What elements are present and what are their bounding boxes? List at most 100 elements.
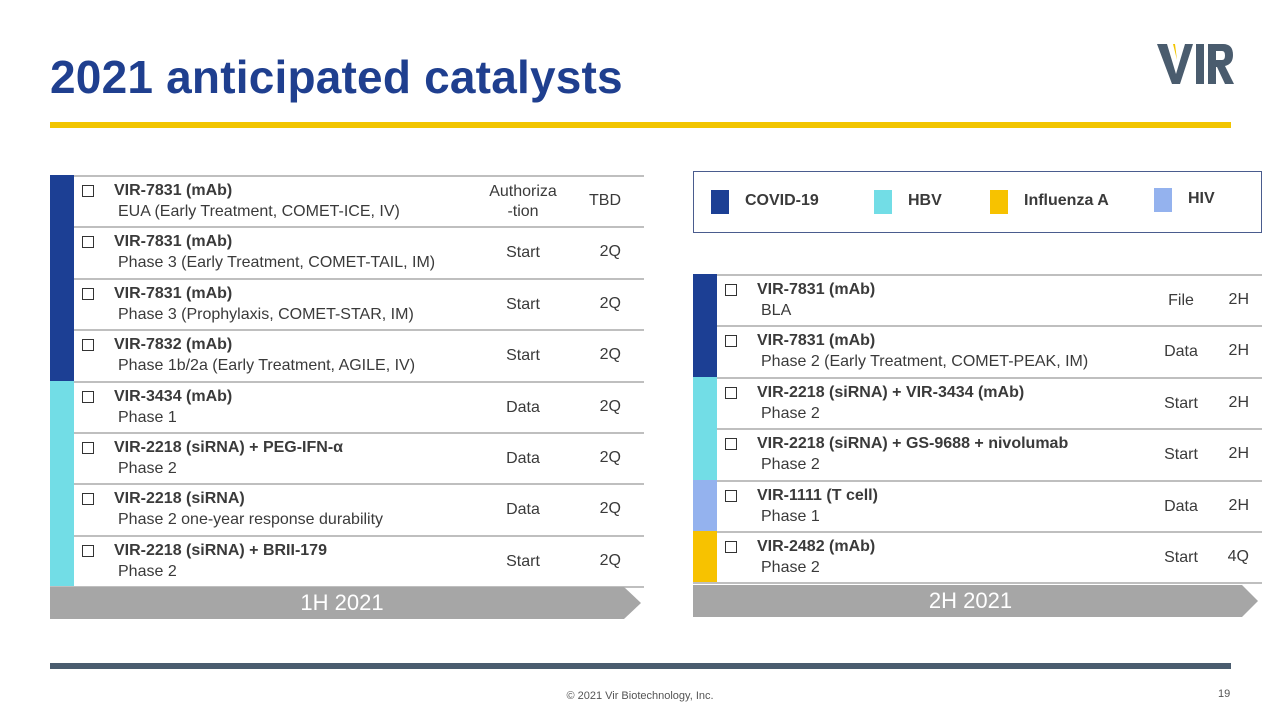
h1-catalyst-row: VIR-2218 (siRNA) + BRII-179 Phase 2 Start 2… xyxy=(50,534,644,587)
checkbox-icon xyxy=(82,287,94,300)
catalyst-detail: Phase 1b/2a (Early Treatment, AGILE, IV) xyxy=(118,357,416,375)
activity-text: Data xyxy=(506,450,540,467)
checkbox-icon xyxy=(82,493,94,506)
h1-catalyst-row: VIR-2218 (siRNA) Phase 2 one-year respons… xyxy=(50,483,644,535)
h1-catalyst-row: VIR-3434 (mAb) Phase 1 Data 2Q xyxy=(50,380,644,432)
catalyst-timing: 2Q xyxy=(599,243,621,261)
therapeutic-area-bar xyxy=(693,428,717,480)
therapeutic-area-bar xyxy=(50,483,74,535)
activity-text: Start xyxy=(1164,446,1198,464)
h1-catalyst-row: VIR-7831 (mAb) Phase 3 (Prophylaxis, COME… xyxy=(50,277,644,330)
logo-letter-i xyxy=(1196,44,1204,84)
legend-label-flu: Influenza A xyxy=(1024,192,1109,209)
vir-logo xyxy=(1155,44,1234,84)
therapeutic-area-bar xyxy=(693,325,717,377)
catalyst-timing: 2H xyxy=(1228,342,1249,360)
activity-text: File xyxy=(1168,292,1194,309)
catalyst-name: VIR-3434 (mAb) xyxy=(114,387,233,405)
legend-label-hiv: HIV xyxy=(1188,190,1215,207)
therapeutic-area-bar xyxy=(50,175,74,227)
therapeutic-area-bar xyxy=(50,380,74,432)
checkbox-icon xyxy=(82,339,94,352)
catalyst-activity: File xyxy=(1143,291,1219,311)
h1-catalyst-row: VIR-7831 (mAb) EUA (Early Treatment, COME… xyxy=(50,175,644,227)
catalyst-name: VIR-1111 (T cell) xyxy=(757,486,878,504)
catalyst-name: VIR-7831 (mAb) xyxy=(114,233,233,251)
catalyst-activity: Data xyxy=(476,398,570,418)
catalyst-activity: Data xyxy=(1143,497,1219,517)
catalyst-activity: Start xyxy=(476,346,570,366)
catalyst-detail: Phase 1 xyxy=(118,408,177,426)
legend-swatch-hbv xyxy=(874,190,892,214)
checkbox-icon xyxy=(82,442,94,454)
catalyst-timing: 2H xyxy=(1228,445,1249,463)
catalyst-detail: Phase 2 xyxy=(118,562,177,580)
therapeutic-area-legend: COVID-19 HBV Influenza A HIV xyxy=(693,171,1262,233)
checkbox-icon xyxy=(725,386,737,399)
therapeutic-area-bar xyxy=(50,534,74,587)
logo-letter-r xyxy=(1208,44,1234,84)
catalyst-timing: 2Q xyxy=(599,397,621,415)
page-title: 2021 anticipated catalysts xyxy=(50,51,623,103)
checkbox-icon xyxy=(725,438,737,451)
catalyst-name: VIR-2218 (siRNA) + PEG-IFN-α xyxy=(114,439,343,456)
h2-catalyst-row: VIR-7831 (mAb) BLA File 2H xyxy=(693,274,1262,326)
catalyst-activity: Authoriza -tion xyxy=(476,182,570,222)
footer-rule xyxy=(50,663,1231,669)
catalyst-timing: 2H xyxy=(1228,496,1249,514)
therapeutic-area-bar xyxy=(50,432,74,484)
catalyst-detail: Phase 2 one-year response durability xyxy=(118,511,384,529)
catalyst-timing: 2Q xyxy=(599,346,621,364)
catalyst-activity: Start xyxy=(476,243,570,263)
activity-line: -tion xyxy=(507,203,539,220)
catalyst-detail: Phase 2 xyxy=(761,456,820,474)
activity-text: Start xyxy=(1164,394,1198,412)
therapeutic-area-bar xyxy=(693,376,717,429)
catalyst-detail: Phase 2 xyxy=(761,559,820,576)
catalyst-detail: Phase 1 xyxy=(761,507,820,525)
catalyst-name: VIR-2482 (mAb) xyxy=(757,538,876,555)
legend-label-hbv: HBV xyxy=(908,192,942,209)
activity-text: Start xyxy=(506,244,540,262)
therapeutic-area-bar xyxy=(693,531,717,583)
activity-text: Start xyxy=(506,347,540,365)
therapeutic-area-bar xyxy=(50,329,74,381)
checkbox-icon xyxy=(725,489,737,502)
catalyst-activity: Start xyxy=(476,552,570,572)
catalyst-name: VIR-2218 (siRNA) + VIR-3434 (mAb) xyxy=(757,383,1025,401)
legend-swatch-hiv xyxy=(1154,188,1172,212)
checkbox-icon xyxy=(82,544,94,557)
catalyst-activity: Start xyxy=(1143,445,1219,465)
activity-text: Data xyxy=(506,501,540,519)
h1-catalyst-row: VIR-2218 (siRNA) + PEG-IFN-α Phase 2 Data 2… xyxy=(50,432,644,484)
copyright-notice: © 2021 Vir Biotechnology, Inc. xyxy=(566,690,714,702)
checkbox-icon xyxy=(725,541,737,553)
catalyst-name: VIR-7831 (mAb) xyxy=(757,281,876,298)
checkbox-icon xyxy=(82,185,94,197)
catalyst-name: VIR-2218 (siRNA) + GS-9688 + nivolumab xyxy=(757,435,1069,453)
catalyst-timing: TBD xyxy=(589,192,621,209)
catalyst-activity: Data xyxy=(1143,342,1219,362)
h2-catalyst-table: VIR-7831 (mAb) BLA File 2H VIR-7831 (mAb) Pha… xyxy=(693,274,1262,585)
activity-text: Start xyxy=(1164,549,1198,566)
catalyst-detail: Phase 2 (Early Treatment, COMET-PEAK, IM… xyxy=(761,353,1089,371)
h1-timeline-label: 1H 2021 xyxy=(300,590,384,615)
therapeutic-area-bar xyxy=(693,274,717,326)
activity-text: Data xyxy=(506,398,540,416)
h2-catalyst-row: VIR-2218 (siRNA) + VIR-3434 (mAb) Phase 2… xyxy=(693,376,1262,429)
catalyst-detail: Phase 2 xyxy=(118,460,177,477)
therapeutic-area-bar xyxy=(50,277,74,330)
catalyst-activity: Data xyxy=(476,500,570,520)
activity-text: Data xyxy=(1164,343,1198,361)
h1-catalyst-row: VIR-7832 (mAb) Phase 1b/2a (Early Treatme… xyxy=(50,329,644,381)
catalyst-detail: Phase 3 (Prophylaxis, COMET-STAR, IM) xyxy=(118,305,414,323)
h2-catalyst-row: VIR-1111 (T cell) Phase 1 Data 2H xyxy=(693,479,1262,531)
h2-catalyst-row: VIR-2218 (siRNA) + GS-9688 + nivolumab Ph… xyxy=(693,428,1262,480)
catalyst-name: VIR-7831 (mAb) xyxy=(757,332,876,350)
catalyst-timing: 2Q xyxy=(599,294,621,312)
catalyst-activity: Start xyxy=(1143,394,1219,414)
activity-line: Authoriza xyxy=(489,183,557,200)
legend-label-covid: COVID-19 xyxy=(745,192,819,209)
catalyst-detail: BLA xyxy=(761,302,792,319)
therapeutic-area-bar xyxy=(50,226,74,278)
